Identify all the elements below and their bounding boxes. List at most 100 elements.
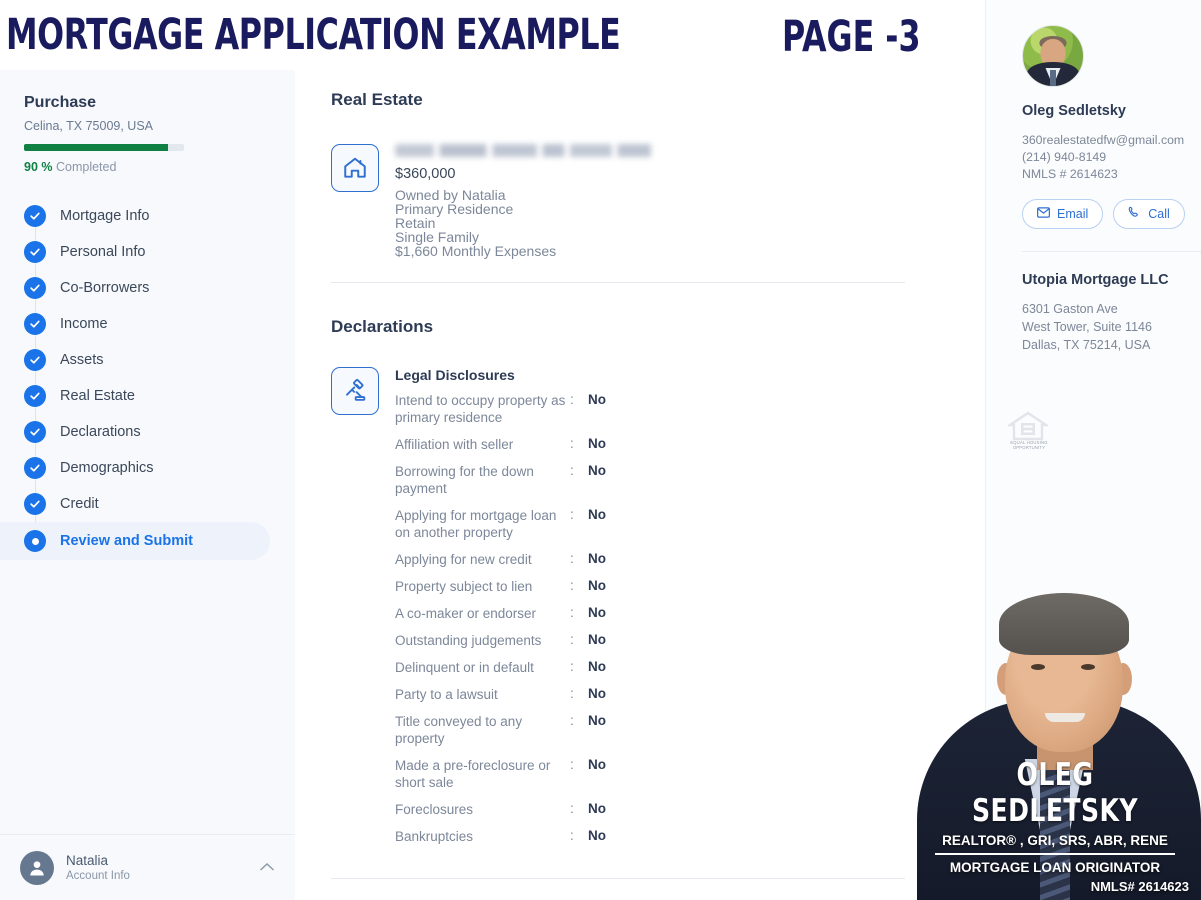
check-icon bbox=[24, 277, 46, 299]
sidebar-item-personal-info[interactable]: Personal Info bbox=[0, 234, 295, 270]
sidebar-item-real-estate[interactable]: Real Estate bbox=[0, 378, 295, 414]
page-banner: MORTGAGE APPLICATION EXAMPLE PAGE -3 bbox=[0, 0, 960, 70]
declaration-question: Bankruptcies bbox=[395, 829, 474, 844]
company-address-line3: Dallas, TX 75214, USA bbox=[1022, 338, 1151, 352]
account-info-label: Account Info bbox=[66, 870, 130, 882]
declaration-answer: No bbox=[588, 463, 606, 478]
legal-disclosures-title: Legal Disclosures bbox=[395, 367, 515, 383]
sidebar-item-mortgage-info[interactable]: Mortgage Info bbox=[0, 198, 295, 234]
agent-name: Oleg Sedletsky bbox=[1022, 103, 1126, 119]
declaration-answer: No bbox=[588, 578, 606, 593]
sidebar-item-label: Demographics bbox=[60, 460, 154, 476]
sidebar-item-credit[interactable]: Credit bbox=[0, 486, 295, 522]
overlay-mouth bbox=[1045, 713, 1085, 722]
declaration-question: Affiliation with seller bbox=[395, 437, 514, 452]
overlay-eye-left bbox=[1031, 664, 1045, 670]
sidebar-item-label: Review and Submit bbox=[60, 533, 193, 549]
company-name: Utopia Mortgage LLC bbox=[1022, 272, 1169, 288]
declaration-answer: No bbox=[588, 551, 606, 566]
call-button-label: Call bbox=[1148, 207, 1170, 221]
user-avatar-icon bbox=[20, 850, 54, 885]
account-user-name: Natalia bbox=[66, 853, 109, 868]
email-button[interactable]: Email bbox=[1022, 199, 1104, 229]
check-icon bbox=[24, 349, 46, 371]
declaration-separator: : bbox=[570, 578, 574, 593]
declaration-row: Applying for mortgage loan on another pr… bbox=[395, 502, 606, 546]
company-address-line2: West Tower, Suite 1146 bbox=[1022, 320, 1152, 334]
sidebar-item-assets[interactable]: Assets bbox=[0, 342, 295, 378]
declaration-answer: No bbox=[588, 392, 606, 407]
agent-email[interactable]: 360realestatedfw@gmail.com bbox=[1022, 132, 1201, 149]
sidebar-item-label: Co-Borrowers bbox=[60, 280, 150, 296]
declaration-row: A co-maker or endorser: No bbox=[395, 600, 606, 627]
section-divider-top bbox=[331, 282, 905, 283]
declaration-separator: : bbox=[570, 828, 574, 843]
agent-avatar bbox=[1022, 25, 1084, 87]
declaration-question: Applying for mortgage loan on another pr… bbox=[395, 508, 557, 540]
gavel-icon bbox=[331, 367, 379, 415]
agent-phone[interactable]: (214) 940-8149 bbox=[1022, 149, 1201, 166]
envelope-icon bbox=[1037, 207, 1050, 221]
property-value: $360,000 bbox=[395, 166, 456, 182]
property-monthly-expenses: $1,660 Monthly Expenses bbox=[395, 243, 557, 259]
application-steps: Mortgage Info Personal Info Co-Borrowers In… bbox=[0, 198, 295, 560]
sidebar-item-label: Personal Info bbox=[60, 244, 146, 260]
completion-status: 90 % Completed bbox=[24, 160, 271, 174]
declaration-question: Delinquent or in default bbox=[395, 660, 534, 675]
declaration-row: Foreclosures: No bbox=[395, 796, 606, 823]
declaration-question: Outstanding judgements bbox=[395, 633, 542, 648]
declaration-row: Outstanding judgements: No bbox=[395, 627, 606, 654]
page-root: Oleg Sedletsky 360realestatedfw@gmail.co… bbox=[0, 0, 1201, 900]
overlay-hair bbox=[999, 593, 1129, 655]
agent-nmls: NMLS # 2614623 bbox=[1022, 167, 1118, 181]
sidebar-item-demographics[interactable]: Demographics bbox=[0, 450, 295, 486]
application-sidebar: Purchase Celina, TX 75009, USA 90 % Comp… bbox=[0, 70, 295, 900]
completion-suffix: Completed bbox=[55, 160, 117, 174]
check-icon bbox=[24, 241, 46, 263]
phone-icon bbox=[1128, 206, 1141, 222]
declaration-row: Made a pre-foreclosure or short sale: No bbox=[395, 752, 606, 796]
declaration-question: Made a pre-foreclosure or short sale bbox=[395, 758, 551, 790]
sidebar-item-declarations[interactable]: Declarations bbox=[0, 414, 295, 450]
declaration-row: Bankruptcies: No bbox=[395, 823, 606, 850]
completion-percent: 90 % bbox=[24, 160, 53, 174]
page-title: MORTGAGE APPLICATION EXAMPLE bbox=[6, 10, 621, 60]
sidebar-item-review-and-submit[interactable]: Review and Submit bbox=[0, 522, 270, 560]
agent-badge-banner: OLEG SEDLETSKY REALTOR® , GRI, SRS, ABR,… bbox=[909, 749, 1201, 900]
house-icon bbox=[331, 144, 379, 192]
declaration-answer: No bbox=[588, 605, 606, 620]
chevron-up-icon[interactable] bbox=[259, 859, 275, 877]
declaration-row: Intend to occupy property as primary res… bbox=[395, 387, 606, 431]
declaration-row: Title conveyed to any property: No bbox=[395, 708, 606, 752]
badge-rule bbox=[935, 853, 1175, 855]
equal-housing-caption: EQUAL HOUSING OPPORTUNITY bbox=[1010, 440, 1048, 450]
email-button-label: Email bbox=[1057, 207, 1089, 221]
sidebar-item-co-borrowers[interactable]: Co-Borrowers bbox=[0, 270, 295, 306]
declaration-separator: : bbox=[570, 436, 574, 451]
badge-credentials: REALTOR® , GRI, SRS, ABR, RENE bbox=[942, 833, 1168, 849]
declaration-row: Property subject to lien: No bbox=[395, 573, 606, 600]
declaration-separator: : bbox=[570, 686, 574, 701]
sidebar-item-label: Mortgage Info bbox=[60, 208, 150, 224]
agent-action-buttons: Email Call bbox=[1022, 199, 1201, 229]
badge-role: MORTGAGE LOAN ORIGINATOR bbox=[949, 860, 1161, 875]
declaration-answer: No bbox=[588, 436, 606, 451]
declaration-row: Applying for new credit: No bbox=[395, 546, 606, 573]
declaration-question: Title conveyed to any property bbox=[395, 714, 523, 746]
completion-progress-bar bbox=[24, 144, 184, 151]
section-divider-bottom bbox=[331, 878, 905, 879]
declaration-question: Party to a lawsuit bbox=[395, 687, 498, 702]
sidebar-item-label: Declarations bbox=[60, 424, 141, 440]
company-address: 6301 Gaston Ave West Tower, Suite 1146 D… bbox=[1022, 300, 1201, 354]
current-step-icon bbox=[24, 530, 46, 552]
call-button[interactable]: Call bbox=[1113, 199, 1185, 229]
sidebar-item-income[interactable]: Income bbox=[0, 306, 295, 342]
completion-progress-fill bbox=[24, 144, 168, 151]
sidebar-item-label: Assets bbox=[60, 352, 104, 368]
declaration-separator: : bbox=[570, 392, 574, 407]
sidebar-item-label: Income bbox=[60, 316, 108, 332]
real-estate-card: $360,000 Owned by Natalia Primary Reside… bbox=[331, 144, 985, 258]
account-footer[interactable]: Natalia Account Info bbox=[0, 834, 295, 900]
declaration-separator: : bbox=[570, 507, 574, 522]
declarations-table: Intend to occupy property as primary res… bbox=[395, 387, 606, 850]
